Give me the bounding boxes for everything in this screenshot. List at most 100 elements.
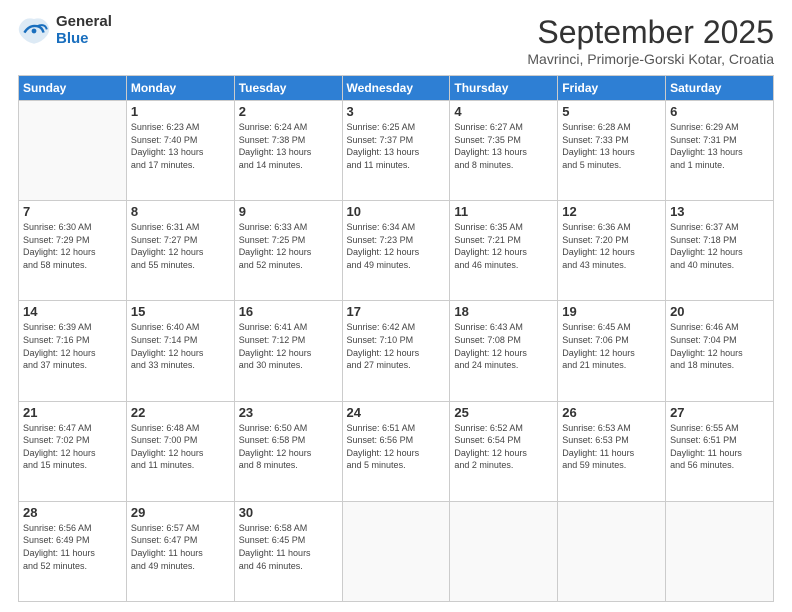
day-number: 26	[562, 405, 661, 420]
table-row	[666, 501, 774, 601]
table-row: 13 Sunrise: 6:37 AM Sunset: 7:18 PM Dayli…	[666, 201, 774, 301]
day-number: 20	[670, 304, 769, 319]
day-info: Sunrise: 6:30 AM Sunset: 7:29 PM Dayligh…	[23, 221, 122, 271]
day-info: Sunrise: 6:58 AM Sunset: 6:45 PM Dayligh…	[239, 522, 338, 572]
page-header: General Blue September 2025 Mavrinci, Pr…	[18, 14, 774, 67]
day-number: 9	[239, 204, 338, 219]
table-row: 22 Sunrise: 6:48 AM Sunset: 7:00 PM Dayli…	[126, 401, 234, 501]
day-number: 18	[454, 304, 553, 319]
day-info: Sunrise: 6:29 AM Sunset: 7:31 PM Dayligh…	[670, 121, 769, 171]
table-row: 14Sunrise: 6:39 AM Sunset: 7:16 PM Dayli…	[19, 301, 127, 401]
table-row	[342, 501, 450, 601]
day-info: Sunrise: 6:24 AM Sunset: 7:38 PM Dayligh…	[239, 121, 338, 171]
table-row	[450, 501, 558, 601]
day-info: Sunrise: 6:51 AM Sunset: 6:56 PM Dayligh…	[347, 422, 446, 472]
table-row: 6 Sunrise: 6:29 AM Sunset: 7:31 PM Daylig…	[666, 101, 774, 201]
day-number: 19	[562, 304, 661, 319]
table-row: 10Sunrise: 6:34 AM Sunset: 7:23 PM Dayli…	[342, 201, 450, 301]
day-info: Sunrise: 6:53 AM Sunset: 6:53 PM Dayligh…	[562, 422, 661, 472]
day-info: Sunrise: 6:56 AM Sunset: 6:49 PM Dayligh…	[23, 522, 122, 572]
day-number: 21	[23, 405, 122, 420]
header-tuesday: Tuesday	[234, 76, 342, 101]
table-row: 12Sunrise: 6:36 AM Sunset: 7:20 PM Dayli…	[558, 201, 666, 301]
day-number: 23	[239, 405, 338, 420]
header-monday: Monday	[126, 76, 234, 101]
table-row: 20 Sunrise: 6:46 AM Sunset: 7:04 PM Dayli…	[666, 301, 774, 401]
day-number: 16	[239, 304, 338, 319]
table-row: 28 Sunrise: 6:56 AM Sunset: 6:49 PM Dayli…	[19, 501, 127, 601]
table-row: 2 Sunrise: 6:24 AM Sunset: 7:38 PM Daylig…	[234, 101, 342, 201]
logo: General Blue	[18, 14, 112, 47]
day-number: 17	[347, 304, 446, 319]
day-info: Sunrise: 6:43 AM Sunset: 7:08 PM Dayligh…	[454, 321, 553, 371]
table-row: 4 Sunrise: 6:27 AM Sunset: 7:35 PM Daylig…	[450, 101, 558, 201]
calendar-week-row: 21 Sunrise: 6:47 AM Sunset: 7:02 PM Dayli…	[19, 401, 774, 501]
table-row: 26 Sunrise: 6:53 AM Sunset: 6:53 PM Dayli…	[558, 401, 666, 501]
day-info: Sunrise: 6:33 AM Sunset: 7:25 PM Dayligh…	[239, 221, 338, 271]
day-number: 6	[670, 104, 769, 119]
day-info: Sunrise: 6:23 AM Sunset: 7:40 PM Dayligh…	[131, 121, 230, 171]
day-number: 30	[239, 505, 338, 520]
day-info: Sunrise: 6:28 AM Sunset: 7:33 PM Dayligh…	[562, 121, 661, 171]
day-info: Sunrise: 6:36 AM Sunset: 7:20 PM Dayligh…	[562, 221, 661, 271]
header-thursday: Thursday	[450, 76, 558, 101]
day-info: Sunrise: 6:27 AM Sunset: 7:35 PM Dayligh…	[454, 121, 553, 171]
day-number: 14	[23, 304, 122, 319]
table-row: 15Sunrise: 6:40 AM Sunset: 7:14 PM Dayli…	[126, 301, 234, 401]
day-info: Sunrise: 6:25 AM Sunset: 7:37 PM Dayligh…	[347, 121, 446, 171]
day-info: Sunrise: 6:40 AM Sunset: 7:14 PM Dayligh…	[131, 321, 230, 371]
table-row: 18 Sunrise: 6:43 AM Sunset: 7:08 PM Dayli…	[450, 301, 558, 401]
day-number: 29	[131, 505, 230, 520]
table-row: 24 Sunrise: 6:51 AM Sunset: 6:56 PM Dayli…	[342, 401, 450, 501]
calendar-table: Sunday Monday Tuesday Wednesday Thursday…	[18, 75, 774, 602]
table-row	[558, 501, 666, 601]
day-number: 22	[131, 405, 230, 420]
logo-blue: Blue	[56, 31, 112, 48]
day-number: 13	[670, 204, 769, 219]
calendar-week-row: 14Sunrise: 6:39 AM Sunset: 7:16 PM Dayli…	[19, 301, 774, 401]
day-number: 4	[454, 104, 553, 119]
day-number: 7	[23, 204, 122, 219]
table-row: 21 Sunrise: 6:47 AM Sunset: 7:02 PM Dayli…	[19, 401, 127, 501]
table-row: 17 Sunrise: 6:42 AM Sunset: 7:10 PM Dayli…	[342, 301, 450, 401]
calendar-week-row: 7 Sunrise: 6:30 AM Sunset: 7:29 PM Daylig…	[19, 201, 774, 301]
header-saturday: Saturday	[666, 76, 774, 101]
day-info: Sunrise: 6:41 AM Sunset: 7:12 PM Dayligh…	[239, 321, 338, 371]
day-number: 24	[347, 405, 446, 420]
table-row: 1 Sunrise: 6:23 AM Sunset: 7:40 PM Daylig…	[126, 101, 234, 201]
table-row: 5 Sunrise: 6:28 AM Sunset: 7:33 PM Daylig…	[558, 101, 666, 201]
day-number: 2	[239, 104, 338, 119]
day-number: 1	[131, 104, 230, 119]
day-number: 8	[131, 204, 230, 219]
day-info: Sunrise: 6:55 AM Sunset: 6:51 PM Dayligh…	[670, 422, 769, 472]
day-info: Sunrise: 6:31 AM Sunset: 7:27 PM Dayligh…	[131, 221, 230, 271]
month-title: September 2025	[527, 14, 774, 51]
day-number: 11	[454, 204, 553, 219]
table-row: 8 Sunrise: 6:31 AM Sunset: 7:27 PM Daylig…	[126, 201, 234, 301]
day-info: Sunrise: 6:52 AM Sunset: 6:54 PM Dayligh…	[454, 422, 553, 472]
table-row	[19, 101, 127, 201]
calendar-header-row: Sunday Monday Tuesday Wednesday Thursday…	[19, 76, 774, 101]
table-row: 7 Sunrise: 6:30 AM Sunset: 7:29 PM Daylig…	[19, 201, 127, 301]
table-row: 25Sunrise: 6:52 AM Sunset: 6:54 PM Dayli…	[450, 401, 558, 501]
day-number: 3	[347, 104, 446, 119]
table-row: 16 Sunrise: 6:41 AM Sunset: 7:12 PM Dayli…	[234, 301, 342, 401]
table-row: 11 Sunrise: 6:35 AM Sunset: 7:21 PM Dayli…	[450, 201, 558, 301]
header-friday: Friday	[558, 76, 666, 101]
day-number: 5	[562, 104, 661, 119]
header-sunday: Sunday	[19, 76, 127, 101]
table-row: 29Sunrise: 6:57 AM Sunset: 6:47 PM Dayli…	[126, 501, 234, 601]
day-info: Sunrise: 6:35 AM Sunset: 7:21 PM Dayligh…	[454, 221, 553, 271]
day-info: Sunrise: 6:42 AM Sunset: 7:10 PM Dayligh…	[347, 321, 446, 371]
day-info: Sunrise: 6:47 AM Sunset: 7:02 PM Dayligh…	[23, 422, 122, 472]
header-wednesday: Wednesday	[342, 76, 450, 101]
day-info: Sunrise: 6:50 AM Sunset: 6:58 PM Dayligh…	[239, 422, 338, 472]
day-number: 28	[23, 505, 122, 520]
calendar-week-row: 28 Sunrise: 6:56 AM Sunset: 6:49 PM Dayli…	[19, 501, 774, 601]
logo-icon	[18, 15, 50, 47]
day-info: Sunrise: 6:48 AM Sunset: 7:00 PM Dayligh…	[131, 422, 230, 472]
day-info: Sunrise: 6:37 AM Sunset: 7:18 PM Dayligh…	[670, 221, 769, 271]
day-info: Sunrise: 6:46 AM Sunset: 7:04 PM Dayligh…	[670, 321, 769, 371]
title-area: September 2025 Mavrinci, Primorje-Gorski…	[527, 14, 774, 67]
day-info: Sunrise: 6:34 AM Sunset: 7:23 PM Dayligh…	[347, 221, 446, 271]
